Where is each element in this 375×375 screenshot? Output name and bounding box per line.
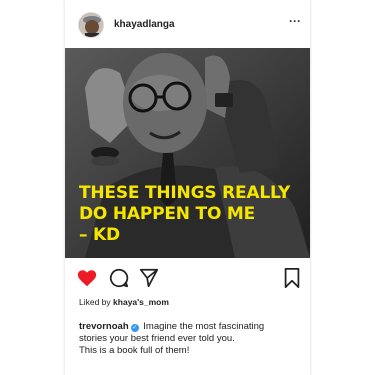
- comment-username[interactable]: trevornoah: [79, 321, 129, 332]
- action-bar: [65, 262, 310, 292]
- post-header: khayadlanga ···: [65, 0, 310, 50]
- overlay-line-1: THESE THINGS REALLY: [79, 183, 291, 203]
- photo-caption-overlay: THESE THINGS REALLY DO HAPPEN TO ME – KD: [79, 183, 304, 246]
- more-options-icon[interactable]: ···: [287, 15, 303, 28]
- overlay-line-2: DO HAPPEN TO ME: [79, 204, 256, 224]
- likes-summary: Liked by khaya's_mom: [79, 297, 169, 307]
- verified-badge-icon: ✓: [130, 324, 139, 332]
- comment-text-line-2: stories your best friend ever told you.: [79, 333, 235, 344]
- send-icon[interactable]: [138, 267, 160, 289]
- page: khayadlanga ··· THESE THINGS REALLY DO H…: [0, 0, 375, 375]
- bookmark-icon[interactable]: [281, 267, 303, 289]
- comment-icon[interactable]: [108, 267, 130, 289]
- likes-prefix: Liked by: [79, 297, 111, 307]
- comment-text-line-3: This is a book full of them!: [79, 345, 190, 356]
- heart-icon[interactable]: [76, 267, 98, 289]
- avatar[interactable]: [78, 12, 104, 38]
- liked-by-user[interactable]: khaya's_mom: [113, 297, 169, 307]
- comment-line-1: trevornoah ✓ Imagine the most fascinating: [79, 321, 304, 333]
- instagram-post-card: khayadlanga ··· THESE THINGS REALLY DO H…: [65, 0, 310, 375]
- post-image[interactable]: THESE THINGS REALLY DO HAPPEN TO ME – KD: [65, 48, 310, 258]
- avatar-image: [79, 13, 103, 37]
- comment: trevornoah ✓ Imagine the most fascinating…: [79, 321, 304, 357]
- username[interactable]: khayadlanga: [114, 19, 175, 30]
- comment-text-line-1: Imagine the most fascinating: [143, 321, 265, 332]
- overlay-line-3: – KD: [79, 225, 120, 245]
